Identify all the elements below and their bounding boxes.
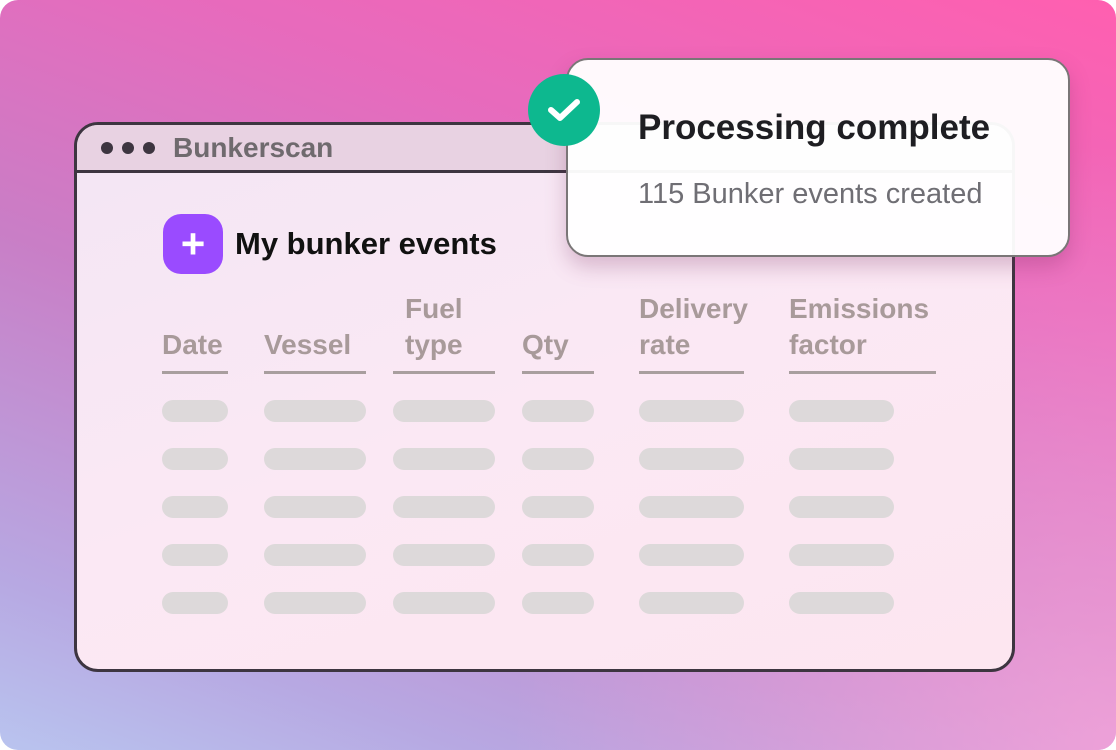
skeleton-cell <box>264 544 366 566</box>
toast-title: Processing complete <box>638 108 991 147</box>
skeleton-cell <box>162 400 228 422</box>
window-dot-icon[interactable] <box>122 141 134 154</box>
skeleton-cell <box>522 448 594 470</box>
skeleton-cell <box>639 592 744 614</box>
skeleton-cell <box>522 544 594 566</box>
column-header[interactable]: Vessel <box>264 295 366 374</box>
skeleton-cell <box>264 496 366 518</box>
table-column: Fuel type <box>393 293 495 614</box>
skeleton-cell <box>522 496 594 518</box>
window-dot-icon[interactable] <box>143 141 155 154</box>
toast-message: 115 Bunker events created <box>638 178 983 210</box>
column-header[interactable]: Date <box>162 295 228 374</box>
column-header[interactable]: Qty <box>522 295 594 374</box>
skeleton-cell <box>522 592 594 614</box>
table-column: Qty <box>522 295 594 614</box>
column-header[interactable]: Emissions factor <box>789 293 936 374</box>
skeleton-cell <box>789 448 894 470</box>
table-column: Emissions factor <box>789 293 936 614</box>
skeleton-cell <box>393 544 495 566</box>
skeleton-cell <box>522 400 594 422</box>
check-icon <box>528 74 600 146</box>
skeleton-cell <box>789 400 894 422</box>
add-event-button[interactable]: + <box>163 214 223 274</box>
skeleton-cell <box>789 544 894 566</box>
table-column: Date <box>162 295 228 614</box>
skeleton-cell <box>639 544 744 566</box>
page-title: My bunker events <box>235 226 497 261</box>
skeleton-cell <box>264 448 366 470</box>
skeleton-cell <box>789 496 894 518</box>
skeleton-cell <box>162 544 228 566</box>
skeleton-cell <box>264 592 366 614</box>
page-header: + My bunker events <box>163 214 497 274</box>
table-column: Delivery rate <box>639 293 748 614</box>
skeleton-cell <box>789 592 894 614</box>
skeleton-cell <box>393 400 495 422</box>
skeleton-cell <box>393 496 495 518</box>
window-dot-icon[interactable] <box>101 141 113 154</box>
column-header[interactable]: Delivery rate <box>639 293 748 374</box>
skeleton-cell <box>639 448 744 470</box>
notification-toast: Processing complete 115 Bunker events cr… <box>566 58 1070 257</box>
plus-icon: + <box>180 220 206 267</box>
app-title: Bunkerscan <box>173 131 334 163</box>
skeleton-cell <box>639 496 744 518</box>
column-header[interactable]: Fuel type <box>393 293 495 374</box>
skeleton-cell <box>162 448 228 470</box>
skeleton-cell <box>162 592 228 614</box>
skeleton-cell <box>162 496 228 518</box>
skeleton-cell <box>264 400 366 422</box>
skeleton-cell <box>393 592 495 614</box>
skeleton-cell <box>639 400 744 422</box>
table-column: Vessel <box>264 295 366 614</box>
skeleton-cell <box>393 448 495 470</box>
